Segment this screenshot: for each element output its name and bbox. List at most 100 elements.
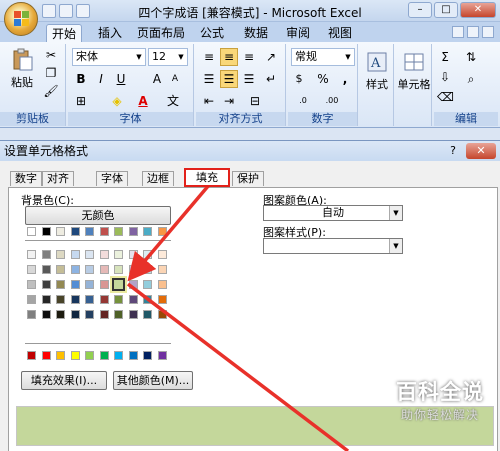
color-swatch[interactable] bbox=[128, 351, 138, 360]
dialog-tab-fill[interactable]: 填充 bbox=[184, 168, 230, 187]
clear-icon[interactable]: ⌫ bbox=[436, 88, 454, 106]
orientation-icon[interactable]: ↗ bbox=[262, 48, 280, 66]
color-swatch[interactable] bbox=[27, 310, 36, 319]
color-swatch[interactable] bbox=[99, 265, 109, 274]
grow-font-button[interactable]: A bbox=[148, 70, 166, 88]
tab-page-layout[interactable]: 页面布局 bbox=[134, 24, 188, 42]
color-swatch[interactable] bbox=[41, 280, 51, 289]
color-swatch[interactable] bbox=[157, 295, 167, 304]
tab-formulas[interactable]: 公式 bbox=[194, 24, 230, 42]
color-swatch[interactable] bbox=[128, 250, 138, 259]
more-colors-button[interactable]: 其他颜色(M)... bbox=[113, 371, 193, 390]
dialog-tab-alignment[interactable]: 对齐 bbox=[42, 171, 74, 186]
increase-decimal-button[interactable]: .0 bbox=[294, 92, 312, 110]
merge-center-icon[interactable]: ⊟ bbox=[246, 92, 264, 110]
color-swatch[interactable] bbox=[128, 265, 138, 274]
phonetic-button[interactable]: 文 bbox=[164, 92, 182, 110]
align-top-icon[interactable]: ≡ bbox=[200, 48, 218, 66]
styles-button[interactable]: A 样式 bbox=[361, 50, 393, 92]
color-swatch[interactable] bbox=[143, 351, 152, 360]
decrease-decimal-button[interactable]: .00 bbox=[320, 92, 344, 110]
color-swatch[interactable] bbox=[157, 280, 167, 289]
underline-button[interactable]: U bbox=[112, 70, 130, 88]
color-swatch[interactable] bbox=[56, 280, 65, 289]
color-swatch[interactable] bbox=[85, 250, 94, 259]
color-swatch[interactable] bbox=[41, 310, 51, 319]
autosum-button[interactable]: Σ bbox=[436, 48, 454, 66]
dialog-tab-number[interactable]: 数字 bbox=[10, 171, 42, 186]
color-swatch[interactable] bbox=[27, 265, 36, 274]
color-swatch[interactable] bbox=[85, 227, 94, 236]
color-swatch[interactable] bbox=[41, 265, 51, 274]
bold-button[interactable]: B bbox=[72, 70, 90, 88]
color-swatch[interactable] bbox=[157, 310, 167, 319]
color-swatch[interactable] bbox=[114, 295, 123, 304]
color-swatch[interactable] bbox=[143, 295, 152, 304]
color-swatch[interactable] bbox=[56, 227, 65, 236]
color-swatch[interactable] bbox=[143, 310, 152, 319]
close-workbook-icon[interactable] bbox=[482, 26, 494, 38]
color-swatch[interactable] bbox=[99, 310, 109, 319]
color-swatch[interactable] bbox=[70, 310, 80, 319]
align-center-icon[interactable]: ☰ bbox=[220, 70, 238, 88]
color-swatch[interactable] bbox=[157, 227, 167, 236]
font-size-select[interactable]: 12 ▼ bbox=[148, 48, 188, 66]
color-swatch[interactable] bbox=[114, 265, 123, 274]
font-color-button[interactable]: A bbox=[134, 92, 152, 110]
decrease-indent-icon[interactable]: ⇤ bbox=[200, 92, 218, 110]
color-swatch[interactable] bbox=[70, 295, 80, 304]
align-right-icon[interactable]: ☰ bbox=[240, 70, 258, 88]
color-swatch[interactable] bbox=[41, 250, 51, 259]
color-swatch[interactable] bbox=[70, 280, 80, 289]
shrink-font-button[interactable]: A bbox=[166, 70, 184, 88]
color-swatch[interactable] bbox=[56, 295, 65, 304]
color-swatch[interactable] bbox=[128, 227, 138, 236]
color-swatch[interactable] bbox=[70, 265, 80, 274]
color-swatch[interactable] bbox=[157, 250, 167, 259]
color-swatch[interactable] bbox=[70, 227, 80, 236]
cut-icon[interactable]: ✂ bbox=[42, 46, 60, 64]
font-name-select[interactable]: 宋体 ▼ bbox=[72, 48, 146, 66]
cells-button[interactable]: 单元格 bbox=[396, 50, 432, 92]
color-swatch[interactable] bbox=[143, 250, 152, 259]
color-swatch[interactable] bbox=[27, 280, 36, 289]
dialog-help-button[interactable]: ? bbox=[446, 144, 460, 158]
fill-color-icon[interactable]: ◈ bbox=[108, 92, 126, 110]
color-swatch[interactable] bbox=[27, 250, 36, 259]
maximize-button[interactable]: □ bbox=[434, 2, 458, 18]
dialog-tab-font[interactable]: 字体 bbox=[96, 171, 128, 186]
minimize-button[interactable]: – bbox=[408, 2, 432, 18]
color-swatch[interactable] bbox=[99, 351, 109, 360]
color-swatch[interactable] bbox=[27, 295, 36, 304]
increase-indent-icon[interactable]: ⇥ bbox=[220, 92, 238, 110]
color-swatch[interactable] bbox=[41, 295, 51, 304]
color-swatch[interactable] bbox=[114, 250, 123, 259]
format-painter-icon[interactable]: 🖌 bbox=[42, 82, 60, 100]
color-swatch[interactable] bbox=[157, 265, 167, 274]
fill-down-icon[interactable]: ⇩ bbox=[436, 68, 454, 86]
color-swatch[interactable] bbox=[128, 280, 138, 289]
color-swatch[interactable] bbox=[85, 351, 94, 360]
close-button[interactable]: ✕ bbox=[460, 2, 496, 18]
copy-icon[interactable]: ❐ bbox=[42, 64, 60, 82]
color-swatch[interactable] bbox=[27, 227, 36, 236]
tab-review[interactable]: 审阅 bbox=[280, 24, 316, 42]
color-swatch[interactable] bbox=[114, 351, 123, 360]
percent-button[interactable]: % bbox=[314, 70, 332, 88]
find-select-icon[interactable]: ⌕ bbox=[462, 70, 480, 88]
dialog-tab-protection[interactable]: 保护 bbox=[232, 171, 264, 186]
color-swatch[interactable] bbox=[143, 280, 152, 289]
color-swatch[interactable] bbox=[85, 280, 94, 289]
color-swatch[interactable] bbox=[128, 310, 138, 319]
color-swatch[interactable] bbox=[114, 227, 123, 236]
pattern-color-select[interactable]: 自动 ▼ bbox=[263, 205, 403, 221]
color-swatch[interactable] bbox=[85, 310, 94, 319]
office-button[interactable] bbox=[4, 2, 38, 36]
color-swatch[interactable] bbox=[99, 295, 109, 304]
color-swatch[interactable] bbox=[99, 250, 109, 259]
color-swatch[interactable] bbox=[70, 250, 80, 259]
dialog-close-button[interactable]: ✕ bbox=[466, 143, 496, 159]
color-swatch[interactable] bbox=[56, 265, 65, 274]
color-swatch[interactable] bbox=[157, 351, 167, 360]
color-swatch[interactable] bbox=[41, 351, 51, 360]
